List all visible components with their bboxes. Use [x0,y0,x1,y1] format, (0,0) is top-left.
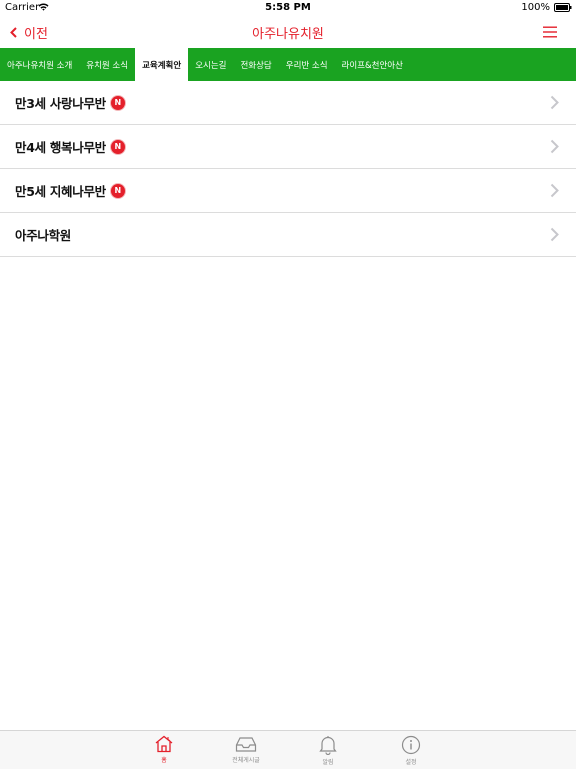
page-title: 아주나유치원 [252,27,324,42]
tab-class-news[interactable]: 우리반 소식 [279,48,335,81]
battery-percentage: 100% [521,2,550,13]
bottom-tab-settings[interactable]: 설정 [381,731,441,769]
status-time: 5:58 PM [265,2,311,13]
new-badge: N [110,139,125,154]
battery-icon [554,3,572,12]
list-item-label: 아주나학원 [15,228,72,243]
chevron-right-icon [550,183,559,198]
bottom-tab-bar: 홈 전체게시글 알림 설정 [0,730,576,769]
tab-directions[interactable]: 오시는길 [188,48,233,81]
list-item[interactable]: 아주나학원 [0,213,576,257]
new-badge: N [110,95,125,110]
tab-phone-consult[interactable]: 전화상담 [233,48,278,81]
home-icon [155,735,173,753]
board-list: 만3세 사랑나무반 N 만4세 행복나무반 N 만5세 지혜나무반 N 아주나학… [0,81,576,257]
tab-life-cheonan-asan[interactable]: 라이프&천안아산 [335,48,410,81]
navigation-bar: 이전 아주나유치원 [0,16,576,48]
list-item-label: 만3세 사랑나무반 [15,96,106,111]
tab-kindergarten-news[interactable]: 유치원 소식 [79,48,135,81]
bottom-tab-label: 홈 [161,757,167,764]
inbox-icon [235,737,257,752]
chevron-right-icon [550,227,559,242]
bell-icon [319,736,337,755]
list-item[interactable]: 만4세 행복나무반 N [0,125,576,169]
info-icon [401,735,421,755]
status-bar: Carrier 5:58 PM 100% [0,0,576,16]
bottom-tab-all-posts[interactable]: 전체게시글 [216,731,276,769]
tab-education-plan[interactable]: 교육계획안 [135,48,189,81]
category-tab-bar: 아주나유치원 소개 유치원 소식 교육계획안 오시는길 전화상담 우리반 소식 … [0,48,576,81]
list-item-label: 만4세 행복나무반 [15,140,106,155]
list-item[interactable]: 만3세 사랑나무반 N [0,81,576,125]
bottom-tab-home[interactable]: 홈 [134,731,194,769]
chevron-right-icon [550,95,559,110]
bottom-tab-label: 알림 [322,759,334,766]
bottom-tab-label: 전체게시글 [232,757,260,764]
bottom-tab-label: 설정 [405,759,417,766]
new-badge: N [110,183,125,198]
chevron-right-icon [550,139,559,154]
tab-kindergarten-intro[interactable]: 아주나유치원 소개 [0,48,79,81]
list-item-label: 만5세 지혜나무반 [15,184,106,199]
bottom-tab-notifications[interactable]: 알림 [298,731,358,769]
list-item[interactable]: 만5세 지혜나무반 N [0,169,576,213]
hamburger-menu-icon[interactable] [543,26,557,38]
